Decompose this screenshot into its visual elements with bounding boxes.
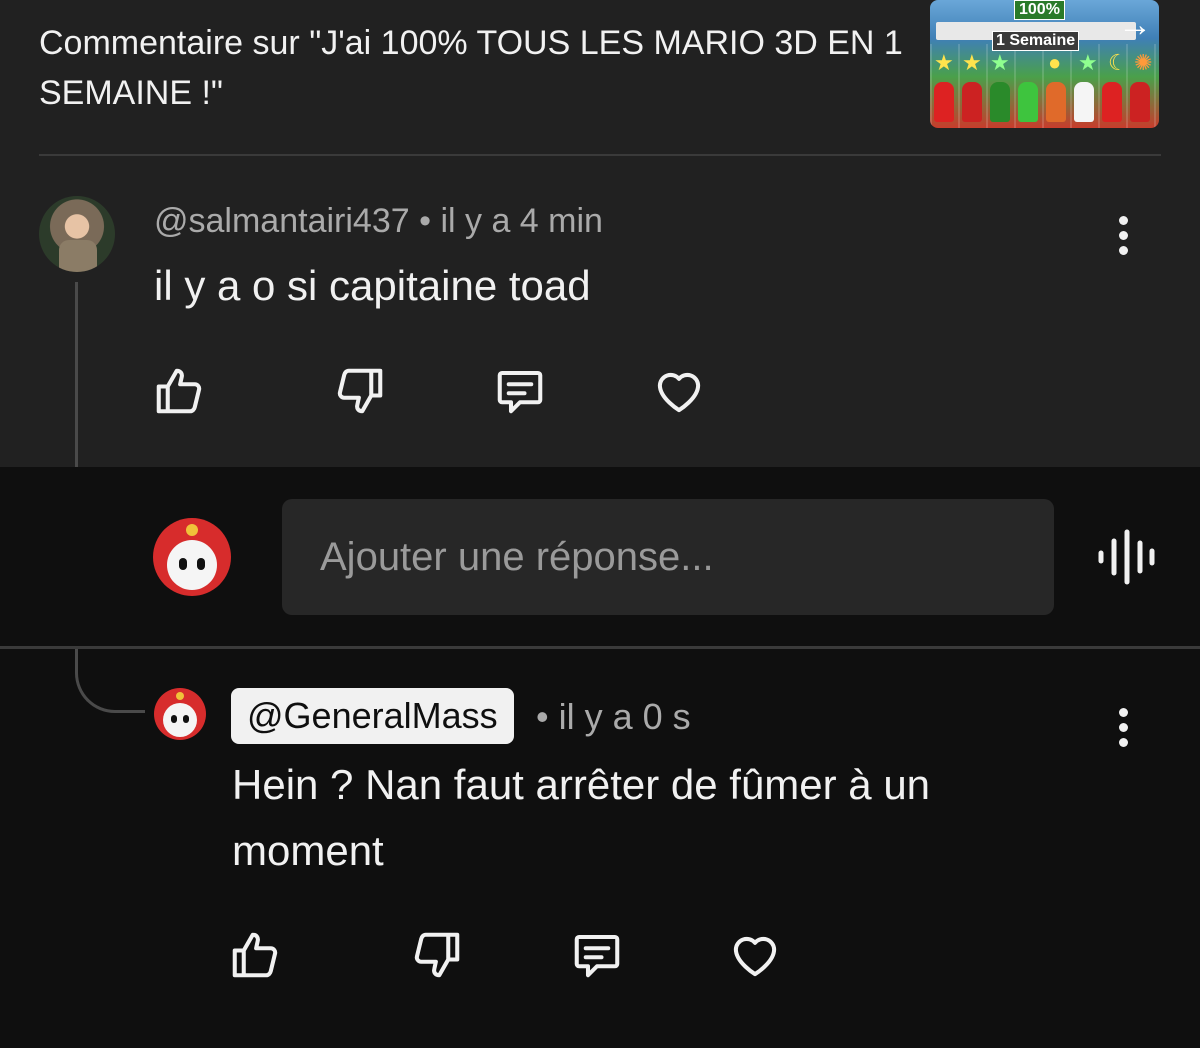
comment-meta: @salmantairi437 • il y a 4 min [154, 202, 603, 241]
star-icon: ● [1048, 50, 1062, 75]
reply-thread-connector [75, 649, 145, 713]
header-divider [39, 154, 1161, 156]
video-thumbnail[interactable]: 100% 1 Semaine → ★ ★ ★ ● ★ ☾ ✺ [930, 0, 1159, 128]
thread-line [75, 282, 78, 467]
avatar-face [167, 540, 217, 590]
star-icon: ★ [934, 50, 954, 75]
comment-icon [574, 934, 620, 978]
voice-wave-icon[interactable] [1096, 529, 1156, 585]
reply-heart-button[interactable] [725, 925, 785, 985]
heart-button[interactable] [649, 361, 709, 421]
reply-reply-button[interactable] [567, 925, 627, 985]
reply-text: Hein ? Nan faut arrêter de fûmer à un mo… [232, 761, 931, 874]
video-title[interactable]: Commentaire sur "J'ai 100% TOUS LES MARI… [39, 18, 909, 118]
like-button[interactable] [149, 361, 209, 421]
comment-time: il y a 4 min [440, 202, 603, 240]
more-vertical-icon [1118, 707, 1128, 717]
star-icon: ✺ [1134, 50, 1153, 75]
more-vertical-icon [1118, 215, 1128, 225]
comment-author[interactable]: @salmantairi437 [154, 202, 410, 240]
comment-text: il y a o si capitaine toad [154, 262, 591, 309]
reply-dislike-button[interactable] [407, 925, 467, 985]
meta-separator: • [536, 696, 549, 737]
thumbnail-arrow-icon: → [1118, 6, 1152, 44]
reply-like-button[interactable] [225, 925, 285, 985]
reply-button[interactable] [490, 361, 550, 421]
avatar[interactable] [154, 688, 206, 740]
reply-time: il y a 0 s [558, 696, 691, 737]
thumbnail-text-100: 100% [1014, 0, 1065, 20]
avatar-face [163, 703, 197, 737]
heart-icon [733, 936, 777, 977]
dislike-button[interactable] [330, 361, 390, 421]
more-options-button[interactable] [1108, 210, 1138, 260]
composer-divider [0, 646, 1200, 649]
thumbs-up-icon [232, 932, 278, 978]
meta-separator: • [419, 202, 431, 240]
thumbs-down-icon [337, 368, 383, 414]
reply-meta: • il y a 0 s [536, 696, 691, 738]
moon-icon: ☾ [1108, 50, 1128, 75]
star-icon: ★ [1078, 50, 1098, 75]
thumbs-up-icon [156, 368, 202, 414]
reply-input[interactable] [282, 499, 1054, 615]
star-icon: ★ [990, 50, 1010, 75]
reply-author-chip[interactable]: @GeneralMass [231, 688, 514, 744]
heart-icon [657, 372, 701, 413]
avatar[interactable] [39, 196, 115, 272]
reply-more-options-button[interactable] [1108, 702, 1138, 752]
thumbs-down-icon [414, 932, 460, 978]
comment-icon [497, 370, 543, 414]
avatar-figure [59, 240, 97, 272]
avatar[interactable] [153, 518, 231, 596]
thumbnail-text-semaine: 1 Semaine [992, 31, 1080, 51]
star-icon: ★ [962, 50, 982, 75]
